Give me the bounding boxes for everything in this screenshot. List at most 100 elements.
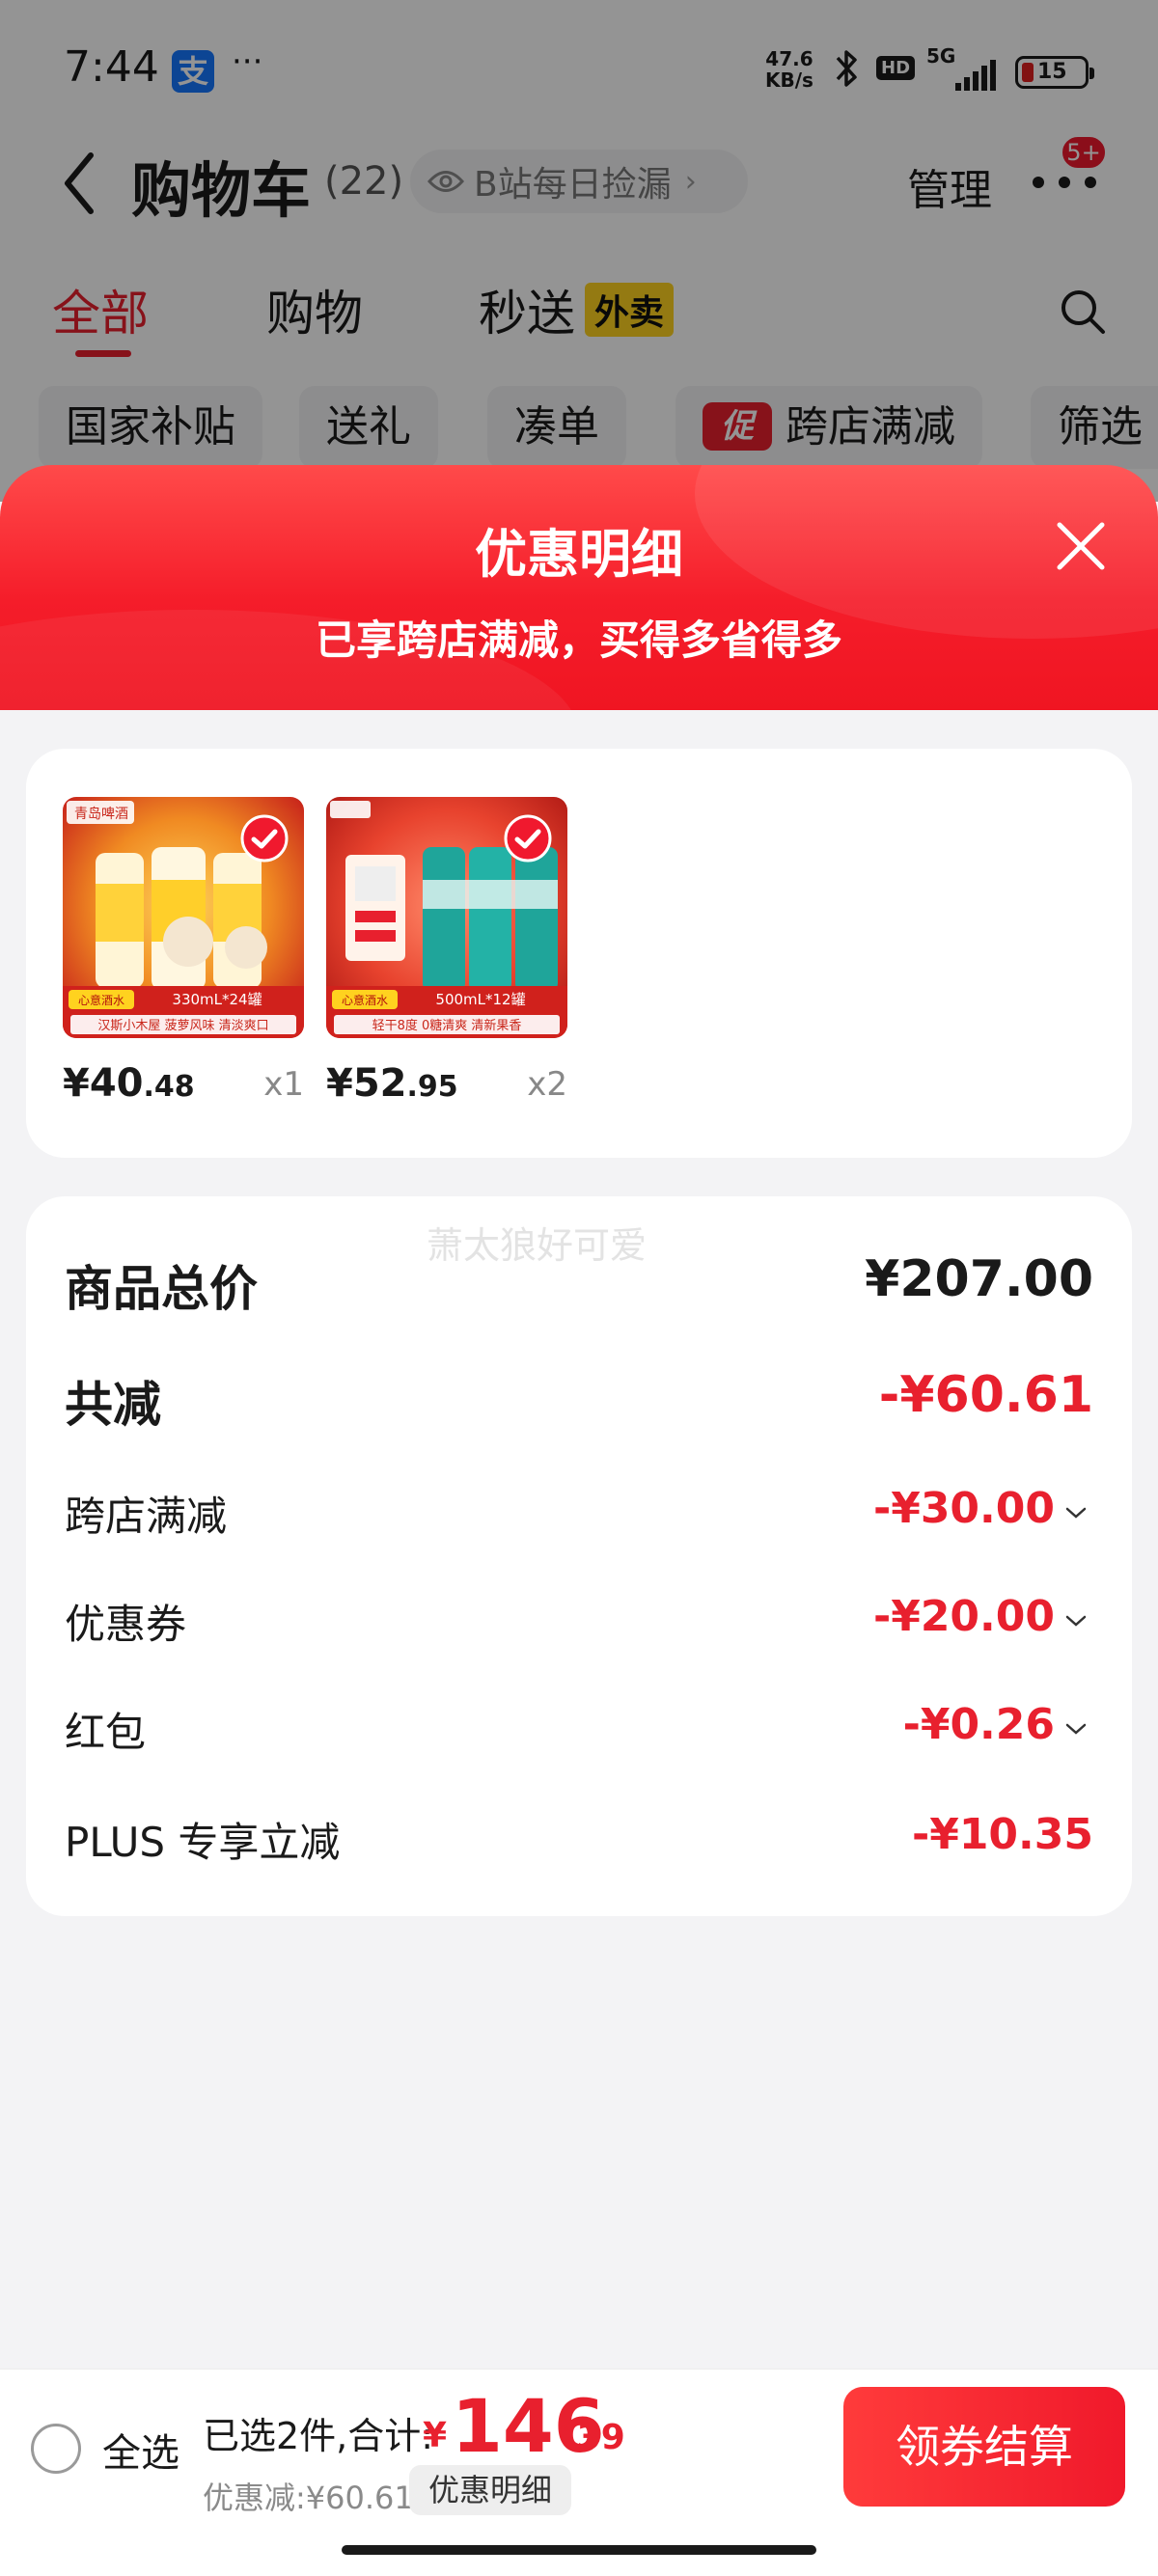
select-all-checkbox[interactable] bbox=[31, 2424, 81, 2474]
signal-icon: 5G bbox=[926, 44, 1002, 91]
discount-value: -¥20.00 bbox=[872, 1592, 1055, 1641]
network-type: 5G bbox=[926, 44, 956, 68]
discount-label: 优惠券 bbox=[65, 1601, 187, 1648]
tab-instant-delivery-label: 秒送 bbox=[479, 286, 575, 342]
tab-shopping[interactable]: 购物 bbox=[266, 275, 363, 344]
selected-check-icon[interactable] bbox=[504, 814, 552, 863]
network-speed-value: 47.6 bbox=[765, 47, 813, 70]
total-price-value: ¥207.00 bbox=[865, 1250, 1093, 1308]
select-all-label[interactable]: 全选 bbox=[102, 2422, 179, 2478]
tab-instant-delivery[interactable]: 秒送 外卖 bbox=[479, 275, 675, 344]
search-icon[interactable] bbox=[1058, 287, 1108, 337]
product-tagline: 汉斯小木屋 菠萝风味 清淡爽口 bbox=[97, 1019, 268, 1033]
discount-value: -¥0.26 bbox=[902, 1700, 1055, 1749]
page-title: 购物车 bbox=[131, 155, 312, 226]
tab-active-indicator bbox=[75, 350, 131, 357]
cart-page-background: 7:44 支 ··· 47.6 KB/s HD 5G 15 购物车 (22) B… bbox=[0, 0, 1158, 502]
battery-level: 15 bbox=[1037, 60, 1067, 84]
price-summary-card: 萧太狼好可爱 商品总价 ¥207.00 共减 -¥60.61 跨店满减 -¥30… bbox=[26, 1196, 1132, 1916]
product-price: ¥40.48 x1 bbox=[63, 1061, 304, 1110]
status-bar: 7:44 支 ··· 47.6 KB/s HD 5G 15 bbox=[0, 0, 1158, 140]
discount-label: 跨店满减 bbox=[65, 1493, 228, 1540]
checkout-bar: 全选 已选2件,合计: ¥ 146 .39 优惠减:¥60.61 优惠明细 领券… bbox=[0, 2369, 1158, 2576]
recommend-chip[interactable]: B站每日捡漏 › bbox=[410, 150, 748, 213]
product-tag: 心意酒水 bbox=[342, 993, 388, 1007]
nav-bar: 购物车 (22) B站每日捡漏 › 管理 5+ bbox=[0, 134, 1158, 256]
hd-badge: HD bbox=[876, 56, 916, 80]
product-item[interactable]: 心意酒水 500mL*12罐 轻干8度 0糖清爽 清新果香 ¥52.95 x2 bbox=[326, 797, 567, 1110]
more-notifications-icon: ··· bbox=[232, 42, 263, 81]
total-reduction-label: 共减 bbox=[65, 1377, 161, 1433]
filter-bar: 国家补贴 送礼 凑单 促跨店满减 筛选 bbox=[0, 386, 1158, 473]
product-image: 心意酒水 500mL*12罐 轻干8度 0糖清爽 清新果香 bbox=[326, 797, 567, 1038]
total-reduction-row: 共减 -¥60.61 bbox=[65, 1366, 1093, 1434]
home-indicator bbox=[342, 2545, 816, 2555]
price-integer: ¥40 bbox=[63, 1061, 144, 1106]
cart-item-count: (22) bbox=[324, 159, 404, 204]
selected-products-card: 青岛啤酒 心意酒水 330mL*24罐 汉斯小木屋 菠萝风味 清淡爽口 ¥40.… bbox=[26, 749, 1132, 1158]
eye-icon bbox=[427, 171, 464, 192]
discount-row-coupon[interactable]: 优惠券 -¥20.00 bbox=[65, 1592, 1093, 1659]
network-speed-unit: KB/s bbox=[765, 69, 813, 92]
selected-summary-text: 已选2件,合计: bbox=[203, 2415, 434, 2457]
tab-all[interactable]: 全部 bbox=[52, 275, 149, 344]
product-brand: 青岛啤酒 bbox=[74, 807, 128, 822]
product-price: ¥52.95 x2 bbox=[326, 1061, 567, 1110]
message-badge: 5+ bbox=[1060, 134, 1108, 171]
total-price-row: 商品总价 ¥207.00 bbox=[65, 1250, 1093, 1318]
discount-row-red-packet[interactable]: 红包 -¥0.26 bbox=[65, 1700, 1093, 1768]
discount-detail-button[interactable]: 优惠明细 bbox=[409, 2465, 572, 2515]
total-amount-decimal: .39 bbox=[564, 2418, 625, 2457]
price-decimal: .48 bbox=[143, 1070, 195, 1104]
product-item[interactable]: 青岛啤酒 心意酒水 330mL*24罐 汉斯小木屋 菠萝风味 清淡爽口 ¥40.… bbox=[63, 797, 304, 1110]
product-image: 青岛啤酒 心意酒水 330mL*24罐 汉斯小木屋 菠萝风味 清淡爽口 bbox=[63, 797, 304, 1038]
filter-add-on[interactable]: 凑单 bbox=[487, 386, 626, 469]
bluetooth-icon bbox=[836, 50, 857, 87]
filter-more[interactable]: 筛选 bbox=[1031, 386, 1158, 469]
chevron-down-icon bbox=[1065, 1615, 1087, 1627]
network-speed: 47.6 KB/s bbox=[765, 48, 813, 91]
total-currency: ¥ bbox=[423, 2416, 448, 2455]
chevron-down-icon bbox=[1065, 1723, 1087, 1735]
product-quantity: x2 bbox=[527, 1065, 567, 1104]
discount-value: -¥10.35 bbox=[911, 1810, 1093, 1859]
filter-national-subsidy[interactable]: 国家补贴 bbox=[39, 386, 262, 469]
filter-gift[interactable]: 送礼 bbox=[299, 386, 438, 469]
chevron-down-icon bbox=[1065, 1507, 1087, 1519]
discount-sheet-body: 青岛啤酒 心意酒水 330mL*24罐 汉斯小木屋 菠萝风味 清淡爽口 ¥40.… bbox=[0, 710, 1158, 2370]
chevron-right-icon: › bbox=[684, 164, 697, 199]
sheet-title: 优惠明细 bbox=[475, 524, 683, 585]
back-arrow-icon[interactable] bbox=[60, 150, 98, 217]
product-spec: 330mL*24罐 bbox=[172, 991, 262, 1008]
total-price-label: 商品总价 bbox=[65, 1261, 258, 1317]
close-icon[interactable] bbox=[1054, 519, 1108, 573]
sheet-subtitle: 已享跨店满减，买得多省得多 bbox=[315, 617, 842, 664]
selected-check-icon[interactable] bbox=[240, 814, 289, 863]
price-decimal: .95 bbox=[406, 1070, 458, 1104]
discount-value: -¥30.00 bbox=[872, 1484, 1055, 1533]
discount-row-plus: PLUS 专享立减 -¥10.35 bbox=[65, 1810, 1093, 1877]
discount-row-cross-store[interactable]: 跨店满减 -¥30.00 bbox=[65, 1484, 1093, 1551]
alipay-icon: 支 bbox=[172, 50, 214, 93]
product-tag: 心意酒水 bbox=[78, 993, 124, 1007]
filter-cross-store-discount[interactable]: 促跨店满减 bbox=[676, 386, 982, 469]
discount-label: PLUS 专享立减 bbox=[65, 1819, 341, 1866]
discount-label: 红包 bbox=[65, 1709, 147, 1756]
checkout-button[interactable]: 领券结算 bbox=[843, 2387, 1125, 2507]
manage-button[interactable]: 管理 bbox=[907, 155, 992, 217]
promo-icon: 促 bbox=[703, 402, 772, 451]
status-time: 7:44 bbox=[64, 42, 159, 92]
category-tabs: 全部 购物 秒送 外卖 bbox=[0, 275, 1158, 362]
product-tagline: 轻干8度 0糖清爽 清新果香 bbox=[372, 1018, 522, 1033]
filter-cross-store-label: 跨店满减 bbox=[786, 402, 955, 452]
takeout-tag: 外卖 bbox=[585, 283, 675, 337]
product-spec: 500mL*12罐 bbox=[435, 991, 525, 1008]
more-options-icon[interactable] bbox=[1031, 173, 1098, 192]
total-reduction-value: -¥60.61 bbox=[878, 1366, 1093, 1424]
battery-icon: 15 bbox=[1015, 56, 1094, 89]
product-quantity: x1 bbox=[263, 1065, 304, 1104]
price-integer: ¥52 bbox=[326, 1061, 407, 1106]
discount-summary-text: 优惠减:¥60.61 bbox=[203, 2480, 414, 2516]
discount-sheet-header: 优惠明细 已享跨店满减，买得多省得多 bbox=[0, 465, 1158, 710]
recommend-chip-label: B站每日捡漏 bbox=[474, 165, 672, 205]
